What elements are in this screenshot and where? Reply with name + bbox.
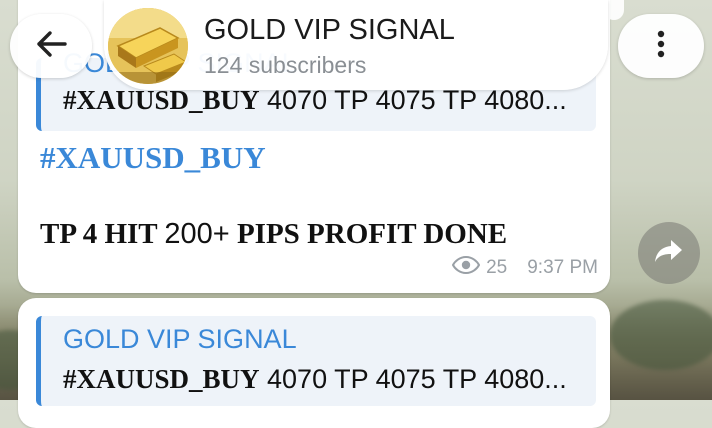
reply-preview[interactable]: GOLD VIP SIGNAL #XAUUSD_BUY 4070 TP 4075… <box>36 316 596 406</box>
more-vertical-icon <box>657 30 665 63</box>
message-meta: 25 9:37 PM <box>451 255 598 280</box>
message-text-suffix: PIPS PROFIT DONE <box>229 218 508 250</box>
subscriber-count: 124 subscribers <box>204 52 367 78</box>
message-bubble[interactable]: GOLD VIP SIGNAL #XAUUSD_BUY 4070 TP 4075… <box>18 298 610 428</box>
message-hashtag[interactable]: #XAUUSD_BUY <box>40 140 266 176</box>
message-text: TP 4 HIT 200+ PIPS PROFIT DONE <box>40 218 507 251</box>
back-button[interactable] <box>10 14 92 78</box>
message-text-prefix: TP 4 HIT <box>40 218 165 250</box>
reply-text: #XAUUSD_BUY 4070 TP 4075 TP 4080... <box>63 364 593 395</box>
more-options-button[interactable] <box>618 14 704 78</box>
channel-title: GOLD VIP SIGNAL <box>204 14 455 46</box>
reply-author: GOLD VIP SIGNAL <box>63 324 297 354</box>
message-text-mid: 200+ <box>164 218 230 250</box>
share-arrow-icon <box>654 238 684 269</box>
channel-header[interactable]: GOLD VIP SIGNAL 124 subscribers <box>104 0 608 90</box>
arrow-left-icon <box>35 30 67 63</box>
message-time: 9:37 PM <box>527 257 598 278</box>
reply-text-rest: 4070 TP 4075 TP 4080... <box>259 364 567 394</box>
channel-avatar[interactable] <box>108 8 188 84</box>
reply-hashtag: #XAUUSD_BUY <box>63 364 260 394</box>
view-count: 25 <box>486 257 508 278</box>
eye-icon <box>451 255 481 280</box>
share-button[interactable] <box>638 222 700 284</box>
